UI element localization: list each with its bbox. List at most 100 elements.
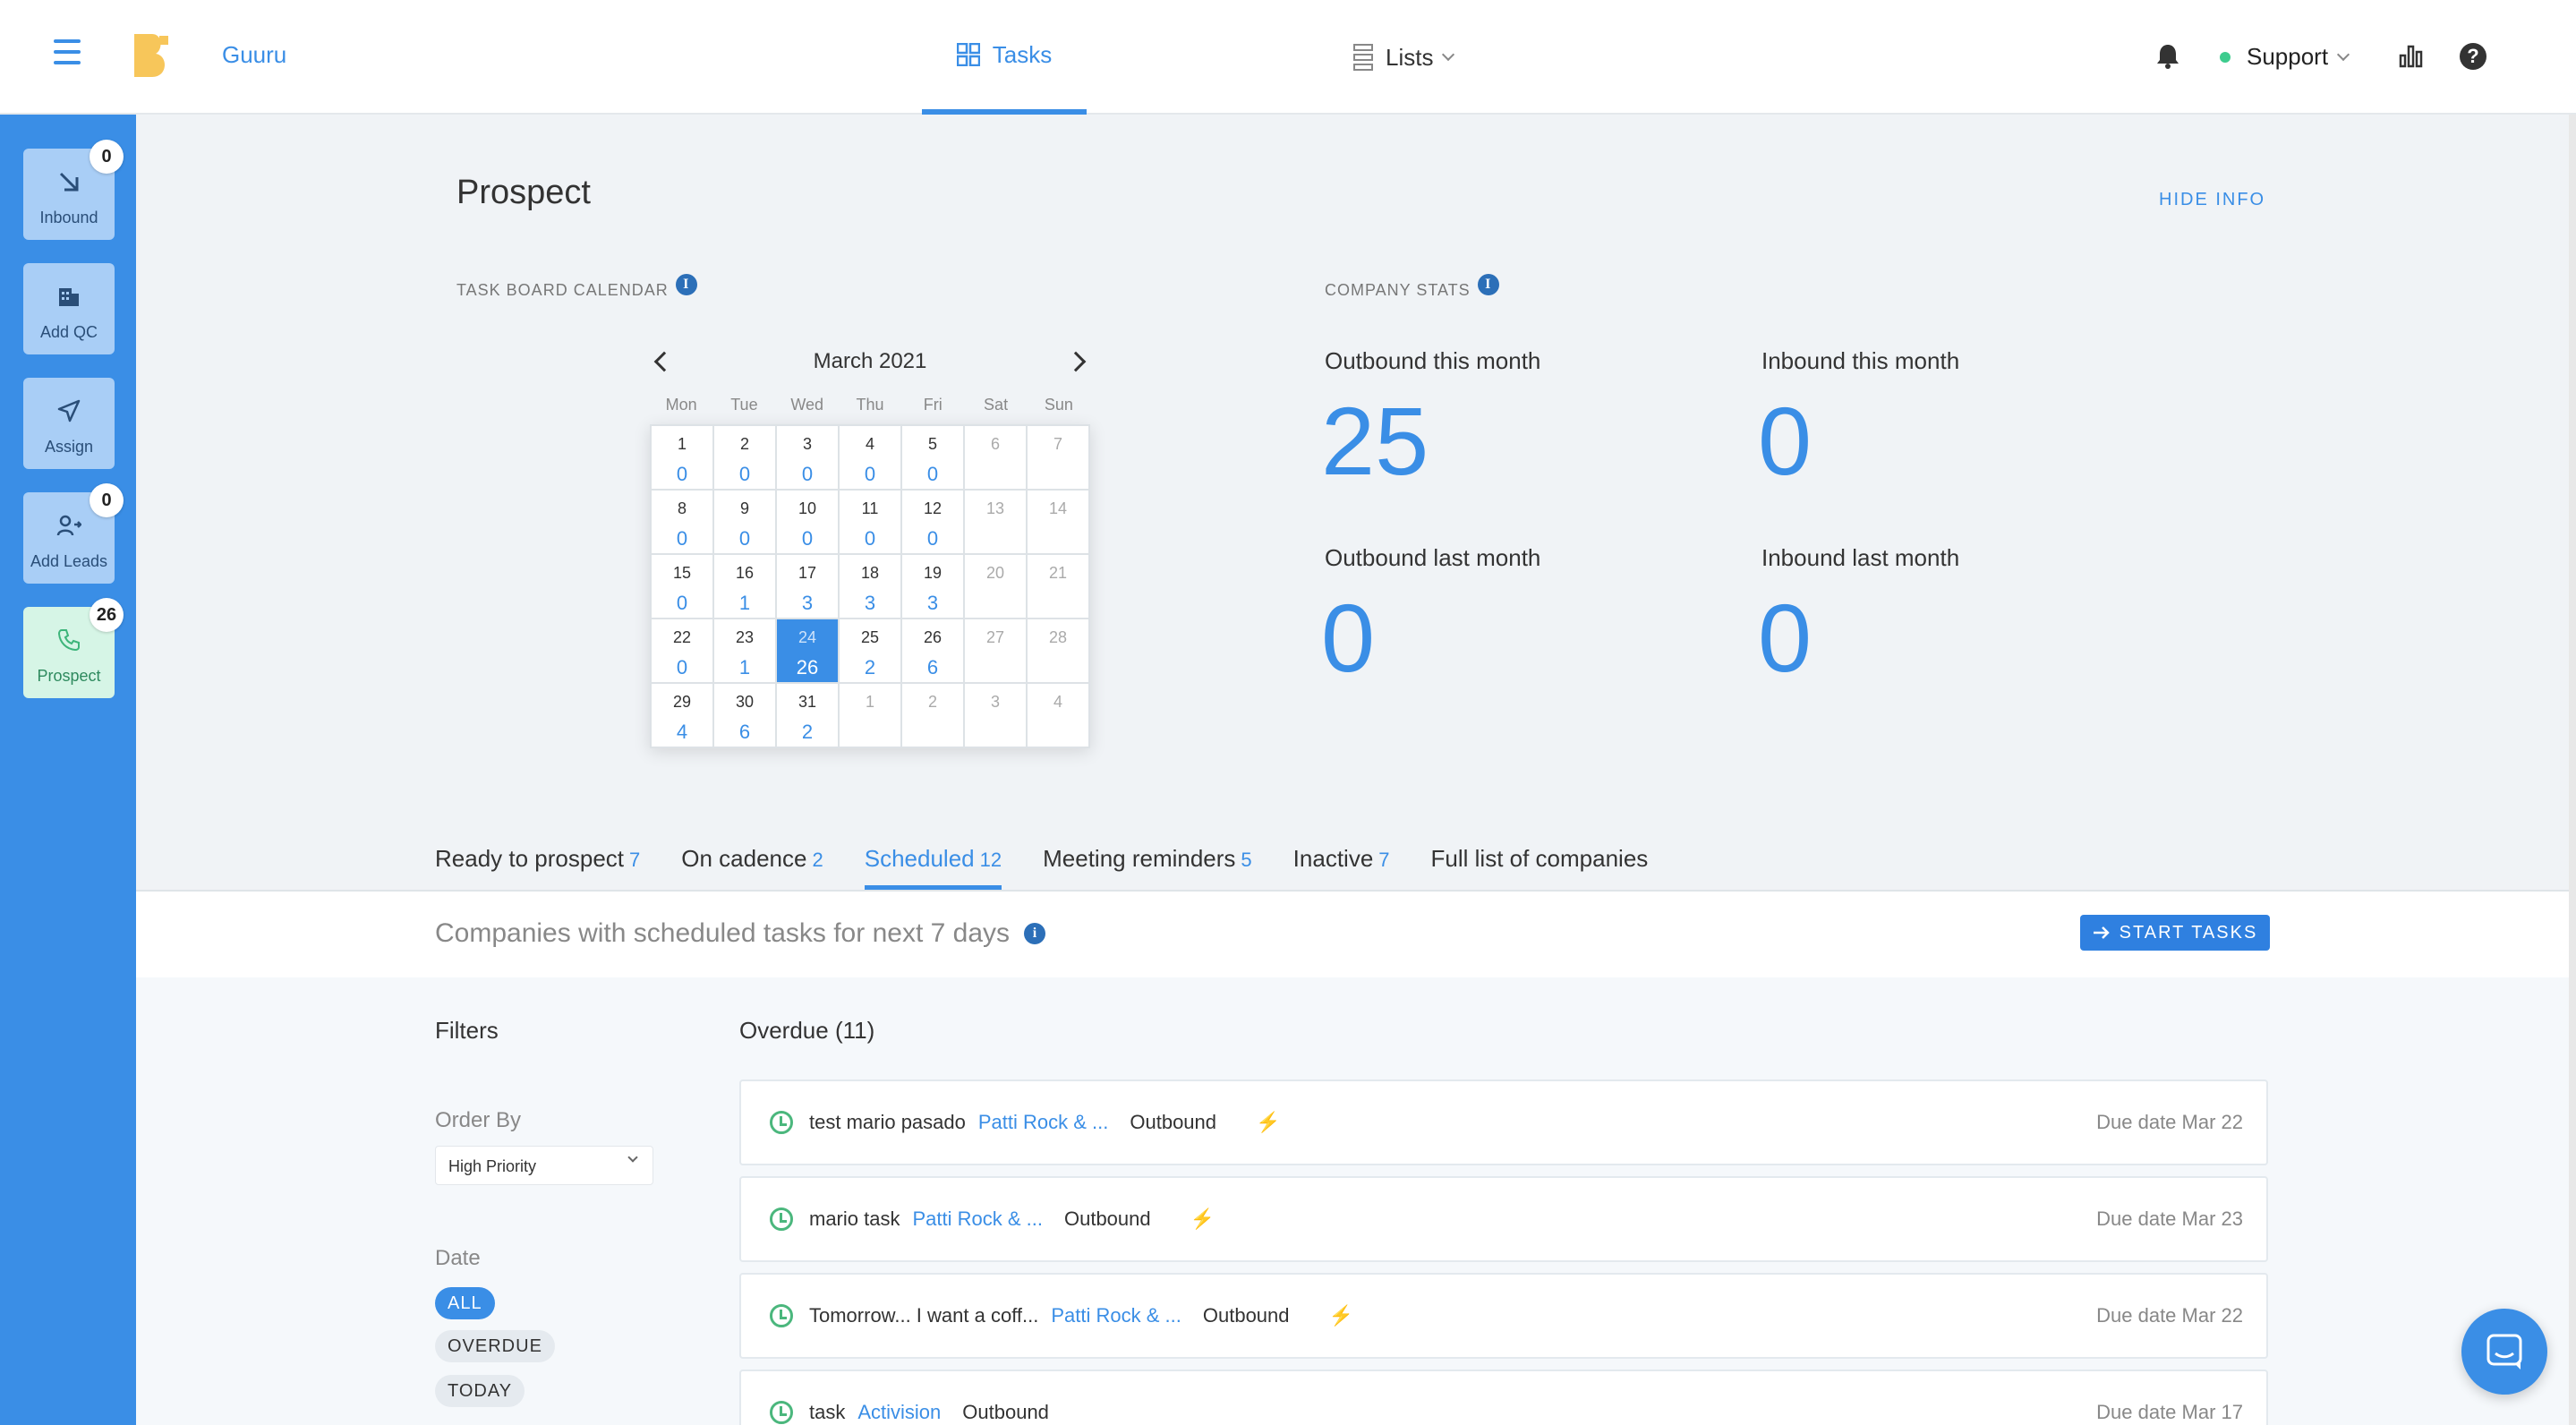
nav-tab-lists[interactable]: Lists: [1353, 0, 1455, 115]
start-tasks-button[interactable]: START TASKS: [2080, 915, 2270, 951]
info-icon[interactable]: i: [675, 273, 697, 295]
user-menu[interactable]: Support: [2220, 43, 2350, 71]
calendar-day-cell[interactable]: 14: [1027, 490, 1089, 554]
calendar-task-count: 0: [738, 463, 751, 485]
chat-launcher-button[interactable]: [2461, 1309, 2547, 1395]
calendar-day-number: 31: [798, 693, 817, 711]
grid-icon: [956, 43, 980, 66]
calendar-day-cell[interactable]: 27: [964, 619, 1027, 683]
calendar-day-cell[interactable]: 29 4: [651, 683, 713, 747]
calendar-day-cell[interactable]: 31 2: [776, 683, 839, 747]
task-row[interactable]: task Activision Outbound Due date Mar 17: [739, 1370, 2268, 1425]
sidebar-item-assign[interactable]: Assign: [23, 378, 115, 469]
filters-title: Filters: [435, 1017, 499, 1044]
date-filter-overdue[interactable]: OVERDUE: [435, 1330, 555, 1362]
tab-count: 12: [979, 849, 1002, 871]
stat-value-outbound-this-month: 25: [1321, 387, 1429, 495]
calendar-day-cell[interactable]: 40: [839, 425, 901, 490]
calendar-day-cell[interactable]: 26 6: [901, 619, 964, 683]
info-icon[interactable]: i: [1477, 273, 1499, 295]
calendar-day-cell[interactable]: 13: [964, 490, 1027, 554]
calendar-day-number: 10: [798, 499, 817, 517]
task-company-link[interactable]: Activision: [857, 1401, 941, 1424]
nav-tab-tasks[interactable]: Tasks: [922, 0, 1087, 115]
calendar-day-cell[interactable]: 50: [901, 425, 964, 490]
task-row[interactable]: Tomorrow... I want a coff... Patti Rock …: [739, 1273, 2268, 1359]
calendar-day-cell[interactable]: 90: [713, 490, 776, 554]
sidebar-item-prospect[interactable]: Prospect 26: [23, 598, 124, 698]
calendar-day-cell[interactable]: 24 26: [776, 619, 839, 683]
calendar-day-cell[interactable]: 16 1: [713, 554, 776, 619]
calendar-day-cell[interactable]: 28: [1027, 619, 1089, 683]
sidebar-item-add-leads[interactable]: Add Leads 0: [23, 483, 124, 584]
tab-meeting-reminders[interactable]: Meeting reminders 5: [1043, 845, 1252, 890]
tab-scheduled[interactable]: Scheduled 12: [864, 845, 1002, 890]
calendar-day-cell[interactable]: 1: [839, 683, 901, 747]
weekday-label: Fri: [923, 396, 943, 414]
chevron-left-icon[interactable]: [653, 351, 675, 372]
calendar-day-number: 5: [927, 435, 937, 453]
calendar-day-cell[interactable]: 30 6: [713, 683, 776, 747]
task-company-link[interactable]: Patti Rock & ...: [1051, 1304, 1181, 1327]
date-filter-all[interactable]: ALL: [435, 1287, 495, 1319]
calendar-day-cell[interactable]: 11 0: [839, 490, 901, 554]
calendar-day-cell[interactable]: 15 0: [651, 554, 713, 619]
tab-on-cadence[interactable]: On cadence 2: [681, 845, 823, 890]
menu-icon[interactable]: [54, 39, 81, 72]
bar-chart-icon[interactable]: [2399, 43, 2424, 73]
task-due-date: Due date Mar 17: [2096, 1401, 2243, 1423]
sidebar-item-inbound[interactable]: Inbound 0: [23, 140, 124, 240]
overdue-title: Overdue (11): [739, 1017, 875, 1044]
tab-count: 7: [1378, 849, 1390, 871]
task-row[interactable]: test mario pasado Patti Rock & ... Outbo…: [739, 1079, 2268, 1165]
scrollbar[interactable]: [2569, 115, 2576, 1425]
calendar-day-number: 22: [672, 628, 692, 646]
task-row[interactable]: mario task Patti Rock & ... Outbound ⚡ D…: [739, 1176, 2268, 1262]
list-icon: [1353, 44, 1373, 71]
sidebar-item-add-qc[interactable]: Add QC: [23, 263, 115, 354]
bell-icon[interactable]: [2155, 43, 2180, 74]
prospect-tabs: Ready to prospect 7 On cadence 2 Scheduled…: [435, 845, 1648, 890]
calendar-day-cell[interactable]: 7: [1027, 425, 1089, 490]
calendar-day-cell[interactable]: 17 3: [776, 554, 839, 619]
calendar-task-count: 2: [801, 721, 814, 743]
calendar-day-cell[interactable]: 10: [651, 425, 713, 490]
calendar-day-cell[interactable]: 30: [776, 425, 839, 490]
calendar-day-cell[interactable]: 3: [964, 683, 1027, 747]
calendar-day-cell[interactable]: 20: [964, 554, 1027, 619]
scheduled-title: Companies with scheduled tasks for next …: [435, 918, 1045, 949]
calendar-day-cell[interactable]: 18 3: [839, 554, 901, 619]
calendar-day-cell[interactable]: 20: [713, 425, 776, 490]
hide-info-link[interactable]: HIDE INFO: [2159, 190, 2265, 210]
tab-label: Full list of companies: [1430, 845, 1649, 872]
calendar-day-number: 12: [923, 499, 943, 517]
calendar-day-cell[interactable]: 80: [651, 490, 713, 554]
info-icon[interactable]: i: [1024, 923, 1045, 944]
chevron-down-icon: [2337, 47, 2350, 61]
date-filter-today[interactable]: TODAY: [435, 1375, 525, 1407]
tab-full-list-of-companies[interactable]: Full list of companies: [1431, 845, 1649, 890]
tab-inactive[interactable]: Inactive 7: [1293, 845, 1390, 890]
calendar-day-cell[interactable]: 22 0: [651, 619, 713, 683]
task-company-link[interactable]: Patti Rock & ...: [978, 1111, 1109, 1134]
phone-icon: [57, 628, 81, 656]
calendar-day-cell[interactable]: 19 3: [901, 554, 964, 619]
chevron-right-icon[interactable]: [1065, 351, 1087, 372]
brand-name[interactable]: Guuru: [222, 41, 286, 69]
calendar-day-cell[interactable]: 4: [1027, 683, 1089, 747]
help-icon[interactable]: ?: [2460, 43, 2486, 70]
chevron-down-icon: [1442, 47, 1455, 62]
calendar-day-cell[interactable]: 6: [964, 425, 1027, 490]
sidebar-item-label: Prospect: [37, 667, 101, 685]
calendar-day-cell[interactable]: 23 1: [713, 619, 776, 683]
calendar-day-cell[interactable]: 12 0: [901, 490, 964, 554]
stat-value-outbound-last-month: 0: [1321, 584, 1376, 692]
calendar-day-number: 21: [1048, 564, 1068, 582]
calendar-day-cell[interactable]: 2: [901, 683, 964, 747]
task-company-link[interactable]: Patti Rock & ...: [912, 1207, 1043, 1231]
tab-ready-to-prospect[interactable]: Ready to prospect 7: [435, 845, 640, 890]
calendar-day-cell[interactable]: 25 2: [839, 619, 901, 683]
calendar-day-cell[interactable]: 10 0: [776, 490, 839, 554]
calendar-day-cell[interactable]: 21: [1027, 554, 1089, 619]
order-by-select[interactable]: High Priority: [435, 1146, 653, 1185]
